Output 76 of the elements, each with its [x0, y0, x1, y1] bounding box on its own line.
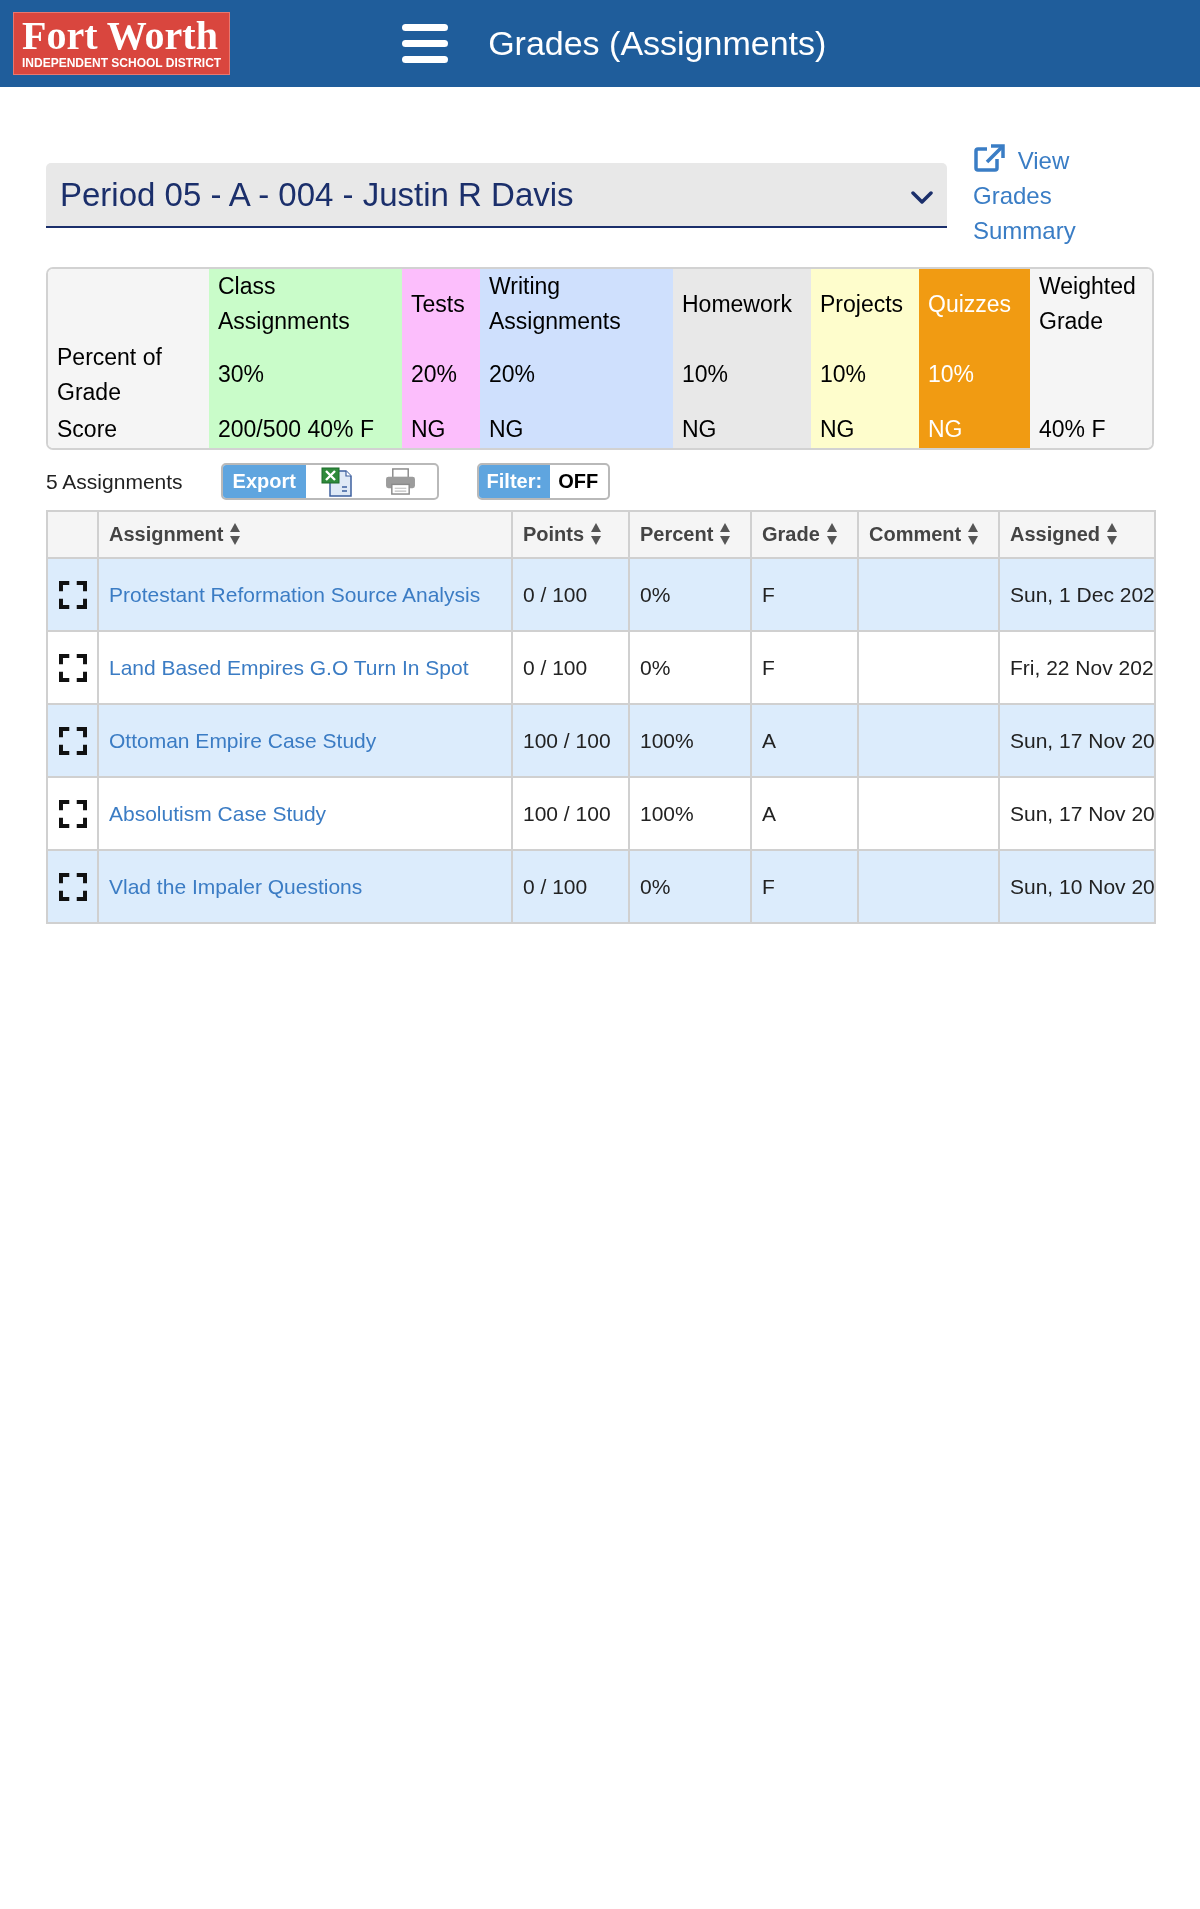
spreadsheet-icon[interactable] — [320, 466, 353, 497]
category-weight: 20% — [402, 339, 480, 410]
percent-cell: 0% — [629, 631, 751, 704]
column-header[interactable]: Percent — [629, 511, 751, 558]
sort-arrows-icon — [230, 523, 241, 545]
column-header[interactable]: Assigned — [999, 511, 1155, 558]
external-link-icon — [973, 144, 1005, 172]
filter-label: Filter: — [478, 465, 551, 498]
category-name: Quizzes — [919, 269, 1030, 339]
district-logo[interactable]: Fort Worth INDEPENDENT SCHOOL DISTRICT — [13, 12, 231, 75]
logo-wordmark: Fort Worth — [22, 16, 218, 56]
percent-cell: 0% — [629, 850, 751, 923]
column-header[interactable]: Points — [512, 511, 629, 558]
grade-cell: A — [751, 704, 858, 777]
expand-icon[interactable] — [58, 726, 87, 755]
expand-icon[interactable] — [58, 872, 87, 901]
category-score: NG — [811, 410, 919, 448]
expand-icon[interactable] — [58, 580, 87, 609]
assigned-date-cell: Sun, 17 Nov 20 — [999, 777, 1155, 850]
points-cell: 0 / 100 — [512, 850, 629, 923]
category-name: Homework — [673, 269, 811, 339]
category-score: NG — [402, 410, 480, 448]
export-label: Export — [222, 465, 306, 498]
grade-cell: A — [751, 777, 858, 850]
sort-arrows-icon — [826, 523, 837, 545]
assigned-date-cell: Fri, 22 Nov 202 — [999, 631, 1155, 704]
category-name: Writing Assignments — [480, 269, 673, 339]
points-cell: 100 / 100 — [512, 704, 629, 777]
category-score: NG — [673, 410, 811, 448]
category-weight: 10% — [673, 339, 811, 410]
printer-icon[interactable] — [384, 468, 416, 495]
chevron-down-icon — [911, 190, 933, 205]
filter-value: OFF — [557, 469, 600, 494]
weighted-grade-score: 40% F — [1030, 410, 1152, 448]
sort-arrows-icon — [720, 523, 731, 545]
category-score: NG — [919, 410, 1030, 448]
view-grades-summary-link[interactable]: View Grades Summary — [973, 143, 1113, 248]
grade-cell: F — [751, 631, 858, 704]
assigned-date-cell: Sun, 1 Dec 202 — [999, 558, 1155, 631]
weighted-grade-label: Weighted Grade — [1030, 269, 1152, 339]
assigned-date-cell: Sun, 17 Nov 20 — [999, 704, 1155, 777]
expand-icon[interactable] — [58, 799, 87, 828]
sort-arrows-icon — [1107, 523, 1118, 545]
column-header[interactable]: Grade — [751, 511, 858, 558]
sort-arrows-icon — [968, 523, 979, 545]
column-header[interactable]: Assignment — [98, 511, 512, 558]
category-name: Tests — [402, 269, 480, 339]
category-name: Class Assignments — [209, 269, 402, 339]
page-title: Grades (Assignments) — [488, 24, 827, 63]
class-select[interactable]: Period 05 - A - 004 - Justin R Davis — [46, 163, 947, 228]
category-weight: 10% — [919, 339, 1030, 410]
category-score: NG — [480, 410, 673, 448]
grade-cell: F — [751, 558, 858, 631]
category-name: Projects — [811, 269, 919, 339]
row-label: Percent of Grade — [48, 339, 209, 410]
sort-arrows-icon — [591, 523, 602, 545]
percent-cell: 0% — [629, 558, 751, 631]
grade-cell: F — [751, 850, 858, 923]
assigned-date-cell: Sun, 10 Nov 20 — [999, 850, 1155, 923]
menu-icon[interactable] — [402, 24, 449, 63]
logo-subtitle: INDEPENDENT SCHOOL DISTRICT — [22, 56, 222, 70]
filter-toggle[interactable]: Filter: OFF — [476, 463, 611, 500]
percent-cell: 100% — [629, 704, 751, 777]
expand-icon[interactable] — [58, 653, 87, 682]
assignment-link[interactable]: Absolutism Case Study — [109, 801, 327, 825]
category-weight: 20% — [480, 339, 673, 410]
category-weight: 30% — [209, 339, 402, 410]
column-header[interactable]: Comment — [858, 511, 999, 558]
category-weight: 10% — [811, 339, 919, 410]
category-score: 200/500 40% F — [209, 410, 402, 448]
assignment-count: 5 Assignments — [46, 469, 183, 494]
percent-cell: 100% — [629, 777, 751, 850]
points-cell: 0 / 100 — [512, 558, 629, 631]
points-cell: 100 / 100 — [512, 777, 629, 850]
points-cell: 0 / 100 — [512, 631, 629, 704]
row-label: Score — [48, 410, 209, 448]
